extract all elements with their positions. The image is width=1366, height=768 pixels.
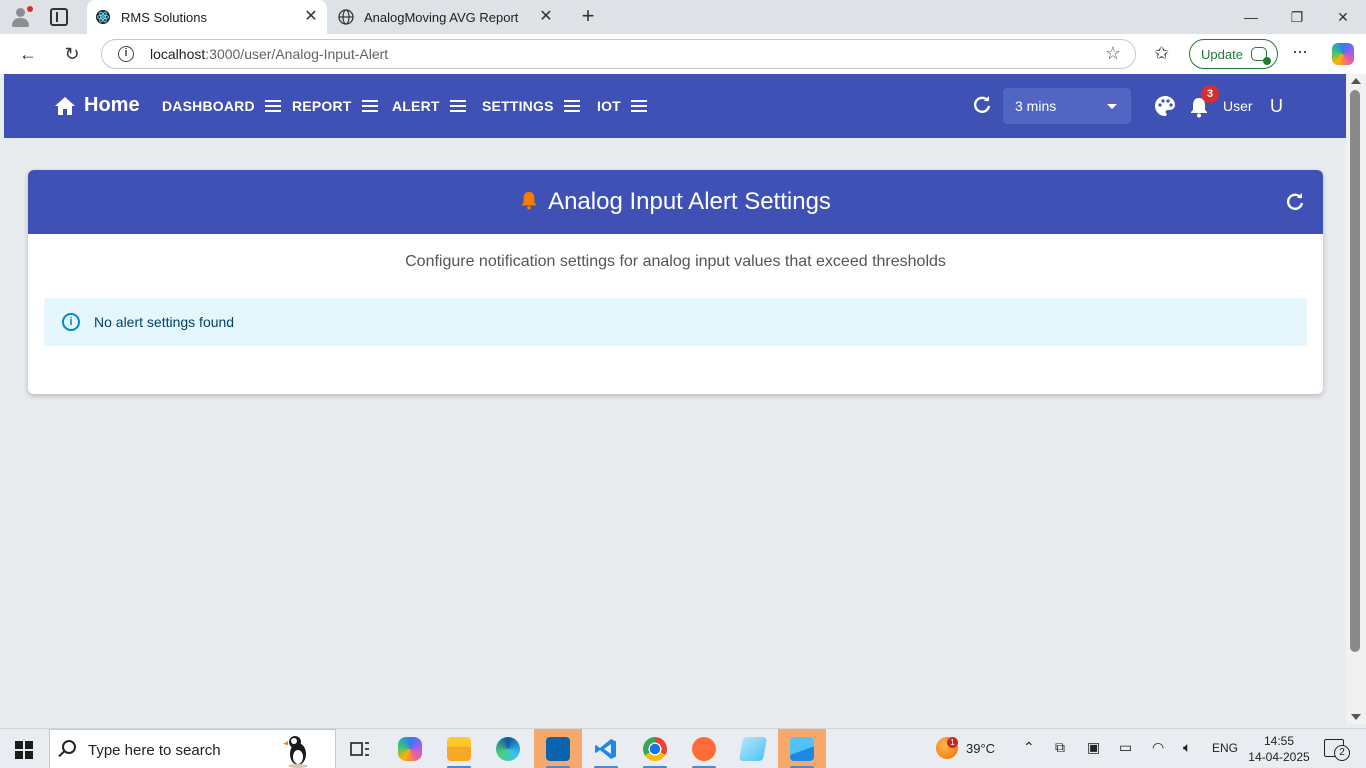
meet-now-icon[interactable]: ⧉ (1055, 739, 1065, 756)
menu-label: IOT (597, 98, 621, 114)
display-icon[interactable]: ▣ (1087, 739, 1100, 756)
close-tab-icon[interactable]: ✕ (538, 9, 554, 25)
scroll-down-arrow-icon[interactable] (1351, 714, 1361, 720)
notification-center-count: 2 (1334, 745, 1350, 761)
postman-icon[interactable] (680, 729, 728, 768)
task-view-icon[interactable] (336, 729, 384, 768)
user-menu[interactable]: User (1223, 98, 1253, 114)
menu-icon (361, 100, 378, 112)
restore-icon[interactable]: ❐ (1286, 6, 1308, 28)
favorite-star-icon[interactable]: ☆ (1105, 43, 1121, 64)
browser-tab-analog-report[interactable]: AnalogMoving AVG Report ✕ (330, 0, 562, 34)
minimize-icon[interactable]: — (1240, 6, 1262, 28)
page-title: Analog Input Alert Settings (548, 188, 831, 215)
menu-icon (630, 100, 647, 112)
notepad-icon[interactable] (729, 729, 777, 768)
favorites-icon[interactable]: ✩ (1154, 43, 1169, 64)
menu-label: SETTINGS (482, 98, 554, 114)
vscode-icon[interactable] (582, 729, 630, 768)
clock[interactable]: 14:55 14-04-2025 (1248, 733, 1310, 765)
card-header: Analog Input Alert Settings (28, 170, 1323, 234)
info-alert: i No alert settings found (44, 298, 1307, 346)
alert-settings-card: Analog Input Alert Settings Configure no… (28, 170, 1323, 394)
browser-toolbar: ← ↻ i localhost:3000/user/Analog-Input-A… (0, 34, 1366, 74)
profile-icon[interactable] (10, 6, 33, 28)
url-text[interactable]: localhost:3000/user/Analog-Input-Alert (150, 46, 388, 62)
taskbar-search-box[interactable]: Type here to search (49, 729, 336, 768)
scrollbar-thumb[interactable] (1350, 90, 1360, 652)
notification-badge: 3 (1201, 85, 1219, 103)
page-subtitle: Configure notification settings for anal… (405, 253, 946, 270)
copilot-icon[interactable] (386, 729, 434, 768)
menu-report[interactable]: REPORT (292, 98, 378, 114)
update-label: Update (1201, 46, 1243, 62)
volume-icon[interactable]: 🔈︎ (1183, 739, 1191, 756)
file-explorer-icon[interactable] (435, 729, 483, 768)
refresh-interval-value: 3 mins (1015, 98, 1057, 114)
tab-actions-icon[interactable] (50, 8, 68, 26)
photos-icon[interactable] (778, 729, 826, 768)
temperature[interactable]: 39°C (966, 741, 995, 756)
refresh-icon[interactable] (972, 95, 992, 120)
edge-icon[interactable] (484, 729, 532, 768)
puffin-icon (283, 736, 308, 768)
refresh-icon[interactable] (1285, 192, 1305, 217)
menu-icon (449, 100, 466, 112)
update-status-icon (1251, 47, 1271, 65)
menu-icon (563, 100, 580, 112)
close-tab-icon[interactable]: ✕ (303, 9, 319, 25)
info-icon: i (62, 313, 80, 331)
address-bar[interactable]: i localhost:3000/user/Analog-Input-Alert… (101, 39, 1136, 69)
menu-label: DASHBOARD (162, 98, 255, 114)
menu-iot[interactable]: IOT (597, 98, 647, 114)
menu-label: ALERT (392, 98, 440, 114)
back-arrow-icon[interactable]: ← (16, 42, 40, 66)
wifi-icon[interactable]: ◠ (1152, 739, 1164, 756)
clock-date: 14-04-2025 (1248, 750, 1310, 764)
chevron-down-icon (1107, 104, 1117, 109)
update-button[interactable]: Update (1189, 39, 1278, 69)
home-label: Home (84, 94, 140, 116)
search-placeholder: Type here to search (88, 742, 221, 759)
menu-alert[interactable]: ALERT (392, 98, 466, 114)
vertical-scrollbar[interactable] (1346, 74, 1366, 724)
tab-title: AnalogMoving AVG Report (364, 9, 519, 25)
browser-tab-rms[interactable]: RMS Solutions ✕ (87, 0, 327, 34)
chrome-icon[interactable] (631, 729, 679, 768)
bell-icon (520, 190, 538, 215)
menu-settings[interactable]: SETTINGS (482, 98, 580, 114)
copilot-icon[interactable] (1332, 43, 1354, 65)
language-indicator[interactable]: ENG (1212, 741, 1238, 755)
windows-taskbar: Type here to search 1 39°C ⌃ ⧉ ▣ ▭ ◠ 🔈︎ … (0, 728, 1366, 768)
new-tab-button[interactable]: + (577, 5, 599, 27)
menu-label: REPORT (292, 98, 352, 114)
avatar[interactable]: U (1270, 96, 1283, 117)
battery-icon[interactable]: ▭ (1119, 739, 1132, 756)
palette-icon[interactable] (1154, 95, 1176, 122)
more-options-icon[interactable]: ··· (1292, 41, 1308, 62)
home-icon (55, 96, 75, 115)
globe-icon (338, 9, 354, 25)
reload-icon[interactable]: ↻ (60, 42, 84, 66)
menu-icon (264, 100, 281, 112)
chevron-up-icon[interactable]: ⌃ (1023, 739, 1035, 756)
app-navbar: Home DASHBOARD REPORT ALERT SETTINGS IOT… (4, 74, 1346, 138)
browser-tab-strip: RMS Solutions ✕ AnalogMoving AVG Report … (0, 0, 1366, 34)
alert-message: No alert settings found (94, 314, 235, 330)
home-link[interactable]: Home (54, 94, 140, 117)
outlook-icon[interactable] (534, 729, 582, 768)
weather-alert-badge: 1 (947, 737, 958, 748)
tab-title: RMS Solutions (121, 9, 207, 25)
clock-time: 14:55 (1263, 734, 1295, 748)
site-info-icon[interactable]: i (118, 46, 134, 62)
windows-start-icon[interactable] (15, 741, 33, 759)
scroll-up-arrow-icon[interactable] (1351, 78, 1361, 84)
react-icon (95, 9, 111, 25)
refresh-interval-select[interactable]: 3 mins (1003, 88, 1131, 124)
menu-dashboard[interactable]: DASHBOARD (162, 98, 281, 114)
search-icon (62, 740, 76, 754)
close-window-icon[interactable]: ✕ (1332, 6, 1354, 28)
